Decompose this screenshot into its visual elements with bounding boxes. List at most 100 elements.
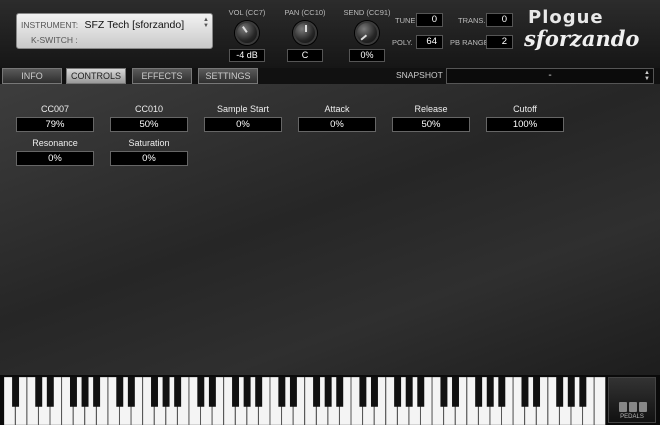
black-key[interactable]	[289, 377, 297, 407]
black-key[interactable]	[127, 377, 135, 407]
black-key[interactable]	[197, 377, 205, 407]
black-key[interactable]	[208, 377, 216, 407]
pan-knob[interactable]	[293, 21, 317, 45]
piano-keyboard[interactable]	[4, 377, 606, 425]
black-key[interactable]	[521, 377, 529, 407]
controls-panel: CC007 79% CC010 50% Sample Start 0% Atta…	[0, 84, 660, 375]
snapshot-scroll-icon[interactable]: ▲ ▼	[644, 70, 650, 82]
header: INSTRUMENT: SFZ Tech [sforzando] K-SWITC…	[0, 0, 660, 68]
control-release: Release 50%	[392, 104, 470, 132]
black-key[interactable]	[556, 377, 564, 407]
black-key[interactable]	[162, 377, 170, 407]
control-label: Attack	[324, 104, 350, 114]
black-key[interactable]	[359, 377, 367, 407]
black-key[interactable]	[243, 377, 251, 407]
tab-settings[interactable]: SETTINGS	[198, 68, 258, 84]
control-sample-start: Sample Start 0%	[204, 104, 282, 132]
black-key[interactable]	[370, 377, 378, 407]
pb-range-field[interactable]: 2	[486, 35, 513, 49]
volume-knob[interactable]	[235, 21, 259, 45]
black-key[interactable]	[313, 377, 321, 407]
black-key[interactable]	[12, 377, 20, 407]
black-key[interactable]	[93, 377, 101, 407]
control-label: Sample Start	[216, 104, 270, 114]
black-key[interactable]	[174, 377, 182, 407]
control-value[interactable]: 79%	[16, 117, 94, 132]
black-key[interactable]	[498, 377, 506, 407]
black-key[interactable]	[394, 377, 402, 407]
send-control: SEND (CC91) 0%	[342, 8, 392, 62]
kswitch-label: K-SWITCH :	[31, 35, 78, 45]
black-key[interactable]	[579, 377, 587, 407]
black-key[interactable]	[278, 377, 286, 407]
tab-info[interactable]: INFO	[2, 68, 62, 84]
pan-value[interactable]: C	[287, 49, 323, 62]
black-key[interactable]	[475, 377, 483, 407]
instrument-selector[interactable]: INSTRUMENT: SFZ Tech [sforzando] K-SWITC…	[16, 13, 213, 49]
volume-label: VOL (CC7)	[228, 8, 266, 17]
black-key[interactable]	[255, 377, 263, 407]
black-key[interactable]	[232, 377, 240, 407]
black-key[interactable]	[336, 377, 344, 407]
control-label: Cutoff	[513, 104, 537, 114]
control-cc007: CC007 79%	[16, 104, 94, 132]
black-key[interactable]	[81, 377, 89, 407]
transpose-label: TRANS.	[458, 16, 486, 25]
black-key[interactable]	[533, 377, 541, 407]
control-cutoff: Cutoff 100%	[486, 104, 564, 132]
black-key[interactable]	[405, 377, 413, 407]
black-key[interactable]	[324, 377, 332, 407]
control-value[interactable]: 0%	[204, 117, 282, 132]
instrument-scroll-icon[interactable]: ▲ ▼	[203, 17, 209, 29]
black-key[interactable]	[46, 377, 54, 407]
plogue-logo: Plogue	[528, 7, 604, 28]
tab-effects[interactable]: EFFECTS	[132, 68, 192, 84]
pedal-middle[interactable]	[629, 402, 637, 412]
pan-control: PAN (CC10) C	[280, 8, 330, 62]
control-value[interactable]: 0%	[298, 117, 376, 132]
control-value[interactable]: 0%	[16, 151, 94, 166]
pedal-right[interactable]	[639, 402, 647, 412]
control-value[interactable]: 0%	[110, 151, 188, 166]
black-key[interactable]	[567, 377, 575, 407]
instrument-name[interactable]: SFZ Tech [sforzando]	[85, 19, 185, 31]
volume-control: VOL (CC7) -4 dB	[222, 8, 272, 62]
snapshot-label: SNAPSHOT	[396, 70, 443, 80]
tab-bar: INFO CONTROLS EFFECTS SETTINGS SNAPSHOT …	[0, 68, 660, 84]
control-value[interactable]: 50%	[110, 117, 188, 132]
control-label: Release	[414, 104, 448, 114]
black-key[interactable]	[440, 377, 448, 407]
poly-label: POLY.	[392, 38, 413, 47]
sforzando-logo: sforzando	[524, 26, 640, 51]
control-label: Resonance	[32, 138, 78, 148]
keyboard-area: PEDALS	[0, 375, 660, 425]
black-key[interactable]	[151, 377, 158, 407]
pedals-panel[interactable]: PEDALS	[608, 377, 656, 423]
pedal-left[interactable]	[619, 402, 627, 412]
control-value[interactable]: 50%	[392, 117, 470, 132]
black-key[interactable]	[486, 377, 494, 407]
white-key[interactable]	[594, 377, 606, 425]
control-attack: Attack 0%	[298, 104, 376, 132]
black-key[interactable]	[452, 377, 459, 407]
control-label: Saturation	[128, 138, 170, 148]
control-saturation: Saturation 0%	[110, 138, 188, 166]
control-value[interactable]: 100%	[486, 117, 564, 132]
kswitch-row: K-SWITCH :	[31, 35, 78, 45]
volume-value[interactable]: -4 dB	[229, 49, 265, 62]
black-key[interactable]	[35, 377, 43, 407]
sforzando-window: INSTRUMENT: SFZ Tech [sforzando] K-SWITC…	[0, 0, 660, 425]
black-key[interactable]	[417, 377, 425, 407]
transpose-field[interactable]: 0	[486, 13, 513, 27]
poly-field[interactable]: 64	[416, 35, 443, 49]
black-key[interactable]	[69, 377, 77, 407]
snapshot-select[interactable]: - ▲ ▼	[446, 68, 654, 84]
send-label: SEND (CC91)	[343, 8, 391, 17]
send-knob[interactable]	[355, 21, 379, 45]
tab-controls[interactable]: CONTROLS	[66, 68, 126, 84]
black-key[interactable]	[116, 377, 124, 407]
tune-field[interactable]: 0	[416, 13, 443, 27]
control-label: CC007	[40, 104, 69, 114]
pedals-label: PEDALS	[620, 414, 644, 420]
send-value[interactable]: 0%	[349, 49, 385, 62]
